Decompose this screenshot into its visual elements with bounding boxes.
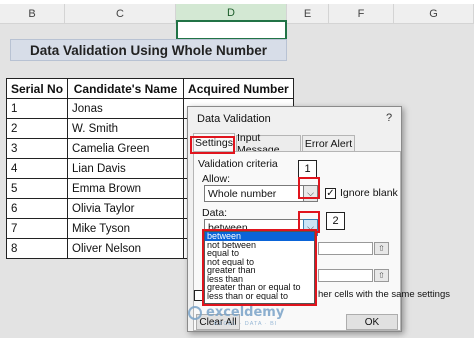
list-item[interactable]: not between xyxy=(205,241,314,250)
list-item[interactable]: less than xyxy=(205,275,314,284)
cell-name[interactable]: Oliver Nelson xyxy=(67,238,185,259)
range-select-icon[interactable]: ⇧ xyxy=(374,242,389,255)
tab-input-message[interactable]: Input Message xyxy=(236,132,301,156)
list-item[interactable]: greater than xyxy=(205,266,314,275)
exceldemy-watermark: exceldemy xyxy=(188,305,284,320)
sheet-title: Data Validation Using Whole Number xyxy=(10,39,287,61)
table-header-row: Serial No Candidate's Name Acquired Numb… xyxy=(5,78,294,99)
tab-error-alert[interactable]: Error Alert xyxy=(302,135,355,151)
cell-serial[interactable]: 6 xyxy=(5,198,69,219)
watermark-name: exceldemy xyxy=(206,305,285,320)
ignore-blank-label: Ignore blank xyxy=(340,187,398,199)
ok-button[interactable]: OK xyxy=(346,314,398,330)
tab-settings[interactable]: Settings xyxy=(193,133,235,151)
cell-serial[interactable]: 8 xyxy=(5,238,69,259)
maximum-field[interactable] xyxy=(318,269,373,282)
cell-name[interactable]: Mike Tyson xyxy=(67,218,185,239)
list-item[interactable]: equal to xyxy=(205,249,314,258)
cell-serial[interactable]: 4 xyxy=(5,158,69,179)
cell-serial[interactable]: 7 xyxy=(5,218,69,239)
cell-name[interactable]: W. Smith xyxy=(67,118,185,139)
column-header-g[interactable]: G xyxy=(394,4,474,24)
active-cell-d[interactable] xyxy=(176,20,287,40)
cell-name[interactable]: Olivia Taylor xyxy=(67,198,185,219)
data-dropdown-list[interactable]: between not between equal to not equal t… xyxy=(204,231,315,304)
cell-name[interactable]: Emma Brown xyxy=(67,178,185,199)
callout-1: 1 xyxy=(298,160,317,178)
exceldemy-logo-icon xyxy=(188,305,202,320)
range-select-icon[interactable]: ⇧ xyxy=(374,269,389,282)
column-header-b[interactable]: B xyxy=(0,4,65,24)
header-serial-no[interactable]: Serial No xyxy=(5,78,69,99)
apply-to-all-label: her cells with the same settings xyxy=(318,289,451,300)
column-header-c[interactable]: C xyxy=(65,4,176,24)
column-header-e[interactable]: E xyxy=(287,4,329,24)
list-item[interactable]: greater than or equal to xyxy=(205,283,314,292)
list-item[interactable]: less than or equal to xyxy=(205,292,314,301)
cell-serial[interactable]: 1 xyxy=(5,98,69,119)
watermark-tagline: EXCEL · DATA · BI xyxy=(214,321,278,327)
dialog-tabs: Settings Input Message Error Alert xyxy=(193,132,401,156)
cell-name[interactable]: Lian Davis xyxy=(67,158,185,179)
help-icon[interactable]: ? xyxy=(386,112,392,124)
dialog-title: Data Validation xyxy=(197,113,271,125)
allow-label: Allow: xyxy=(202,173,231,185)
cell-serial[interactable]: 3 xyxy=(5,138,69,159)
cell-name[interactable]: Camelia Green xyxy=(67,138,185,159)
list-item[interactable]: between xyxy=(205,232,314,241)
checkmark-icon: ✓ xyxy=(326,188,335,199)
allow-value: Whole number xyxy=(208,187,277,200)
column-header-f[interactable]: F xyxy=(329,4,394,24)
chevron-down-icon[interactable]: ⌵ xyxy=(303,185,318,202)
cell-serial[interactable]: 5 xyxy=(5,178,69,199)
cell-serial[interactable]: 2 xyxy=(5,118,69,139)
validation-criteria-label: Validation criteria xyxy=(198,158,278,170)
data-label: Data: xyxy=(202,207,228,219)
callout-2: 2 xyxy=(326,212,345,230)
header-candidate-name[interactable]: Candidate's Name xyxy=(67,78,185,99)
ignore-blank-checkbox[interactable]: ✓ xyxy=(325,188,336,199)
cell-name[interactable]: Jonas xyxy=(67,98,185,119)
list-item[interactable]: not equal to xyxy=(205,258,314,267)
header-acquired-number[interactable]: Acquired Number xyxy=(183,78,294,99)
allow-combobox[interactable]: Whole number ⌵ xyxy=(204,185,318,202)
minimum-field[interactable] xyxy=(318,242,373,255)
